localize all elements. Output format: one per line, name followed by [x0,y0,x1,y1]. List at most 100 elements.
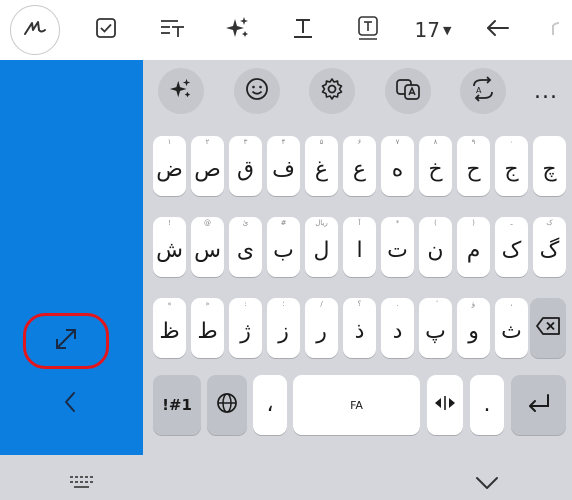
key-label: ظ [159,319,180,344]
emoji-button[interactable] [234,68,280,114]
redo-button[interactable] [546,10,566,50]
key-hint-label: ‍ [533,137,566,147]
text-box-button[interactable] [352,10,384,50]
expand-keyboard-button[interactable] [23,313,109,369]
key-hint-label: ، [510,300,513,308]
key-letter[interactable]: «ظ [153,298,186,358]
key-label: ذ [354,319,365,344]
key-label: ض [156,157,183,182]
key-letter[interactable]: ) م [457,217,490,277]
key-letter[interactable]: ۴ف [267,136,300,196]
sparkle-icon [169,77,193,105]
text-underline-icon [291,16,315,44]
text-swap-button[interactable]: A [460,68,506,114]
key-letter[interactable]: ۸خ [419,136,452,196]
key-hint-label: ) [472,219,475,227]
navigation-bar [0,455,572,500]
key-letter[interactable]: ۶ع [343,136,376,196]
key-label: ، [266,392,274,417]
key-letter[interactable]: ۱ض [153,136,186,196]
cursor-control-key[interactable] [427,375,463,435]
key-letter[interactable]: (ن [419,217,452,277]
key-letter[interactable]: ۵غ [305,136,338,196]
ai-writing-button[interactable] [222,10,254,50]
key-label: ث [501,319,522,344]
key-hint-label: ۴ [281,138,286,146]
key-letter[interactable]: ؛ ز [267,298,300,358]
sparkle-ai-icon [225,15,251,45]
key-letter[interactable]: * ت [381,217,414,277]
symbols-key[interactable]: !#1 [153,375,201,435]
key-label: ع [352,157,367,182]
keyboard-switch-button[interactable] [68,475,98,495]
key-letter[interactable]: ٔپ [419,298,452,358]
key-letter[interactable]: ‍چ [533,136,566,196]
text-format-icon [158,17,186,43]
key-letter[interactable]: ؟ ذ [343,298,376,358]
key-letter[interactable]: ۲ص [191,136,224,196]
key-label: خ [428,157,443,182]
key-letter[interactable]: ، ث [495,298,528,358]
key-letter[interactable]: .د [381,298,414,358]
key-label: ب [273,238,294,263]
key-label: ط [197,319,218,344]
backspace-key[interactable] [530,298,566,358]
chevron-down-icon [474,476,500,495]
globe-icon [216,392,238,418]
one-handed-side-panel [0,60,143,455]
key-letter[interactable]: @ س [191,217,224,277]
keyboard-settings-button[interactable] [309,68,355,114]
keyboard-toolbar: 17 ▼ [0,0,572,60]
key-letter[interactable]: ۷ه [381,136,414,196]
key-letter[interactable]: ! ش [153,217,186,277]
enter-key[interactable] [511,375,566,435]
ai-tools-button[interactable] [158,68,204,114]
key-letter[interactable]: » ط [191,298,224,358]
translate-button[interactable] [385,68,431,114]
key-letter[interactable]: ریال ل [305,217,338,277]
key-label: ل [313,238,330,263]
key-hint-label: ۳ [243,138,248,146]
key-letter[interactable]: / ر [305,298,338,358]
key-hint-label: ـ [510,219,513,227]
key-letter[interactable]: ئی [229,217,262,277]
key-label: م [466,238,481,263]
key-letter[interactable]: ـک [495,217,528,277]
key-letter[interactable]: ۹ح [457,136,490,196]
key-letter[interactable]: ۳ق [229,136,262,196]
text-style-button[interactable] [287,10,319,50]
key-label: ق [236,157,255,182]
key-letter[interactable]: ۰ج [495,136,528,196]
key-label: ش [156,238,183,263]
key-hint-label: ٔ [419,299,452,309]
key-label: س [194,238,221,263]
svg-text:A: A [476,86,482,95]
undo-button[interactable] [482,10,514,50]
key-hint-label: ! [168,219,171,227]
space-key[interactable]: FA [293,375,420,435]
key-label: . [483,392,491,417]
key-letter[interactable]: ؤو [457,298,490,358]
key-letter[interactable]: :ژ [229,298,262,358]
swap-icon: A [470,76,496,106]
key-hint-label: * [395,219,400,227]
key-label: ک [501,238,522,263]
key-hint-label: ۷ [395,138,400,146]
handwriting-button[interactable] [10,5,60,55]
key-label: ا [356,238,363,263]
key-letter[interactable]: آا [343,217,376,277]
more-options-button[interactable]: ... [526,68,566,114]
key-hint-label: ۱ [167,138,172,146]
handwriting-icon [23,18,47,42]
hide-keyboard-button[interactable] [474,475,500,495]
language-key[interactable] [207,375,247,435]
key-letter[interactable]: کگ [533,217,566,277]
text-format-button[interactable] [156,10,188,50]
comma-key[interactable]: ، [253,375,287,435]
font-size-button[interactable]: 17 ▼ [410,10,456,50]
move-keyboard-left-button[interactable] [52,386,88,422]
key-letter[interactable]: # ب [267,217,300,277]
key-hint-label: ( [434,219,437,227]
checklist-button[interactable] [90,10,122,50]
period-key[interactable]: . [470,375,504,435]
